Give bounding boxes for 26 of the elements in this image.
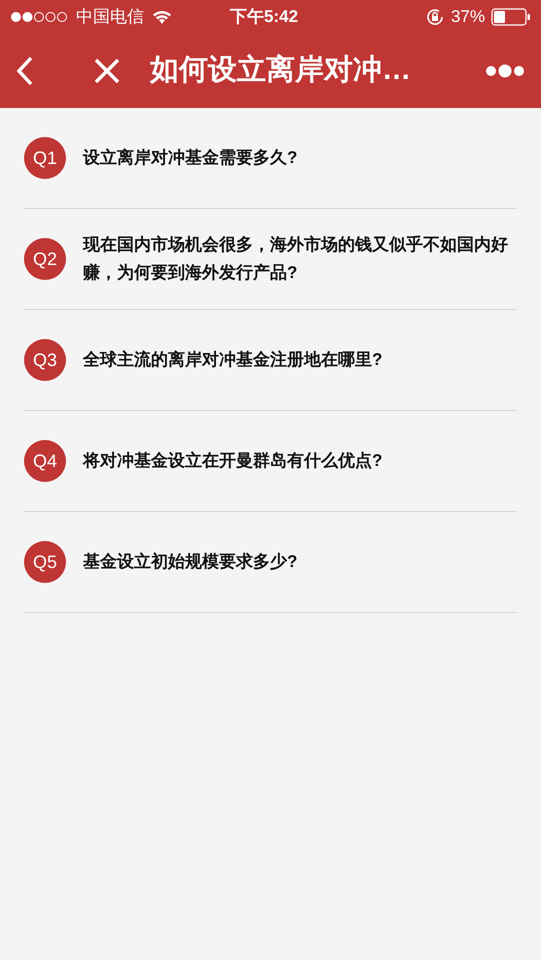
question-text: 将对冲基金设立在开曼群岛有什么优点? [83, 450, 382, 472]
question-number-badge: Q5 [24, 541, 66, 583]
question-item[interactable]: Q1 设立离岸对冲基金需要多久? [24, 108, 517, 209]
question-item[interactable]: Q2 现在国内市场机会很多，海外市场的钱又似乎不如国内好赚，为何要到海外发行产品? [24, 209, 517, 310]
clock-time: 下午5:42 [230, 6, 298, 28]
close-icon [94, 58, 120, 84]
question-text: 全球主流的离岸对冲基金注册地在哪里? [83, 349, 382, 371]
question-item[interactable]: Q4 将对冲基金设立在开曼群岛有什么优点? [24, 411, 517, 512]
carrier-name: 中国电信 [76, 6, 144, 28]
back-icon [16, 56, 34, 86]
wifi-icon [152, 10, 172, 24]
question-text: 现在国内市场机会很多，海外市场的钱又似乎不如国内好赚，为何要到海外发行产品? [83, 234, 509, 284]
rotation-lock-icon [424, 7, 445, 27]
page-title: 如何设立离岸对冲… [150, 52, 411, 88]
question-text: 基金设立初始规模要求多少? [83, 551, 298, 573]
question-number-badge: Q4 [24, 440, 66, 482]
question-number-badge: Q1 [24, 137, 66, 179]
battery-icon [491, 8, 531, 26]
question-number-badge: Q3 [24, 339, 66, 381]
more-icon [485, 64, 525, 78]
question-item[interactable]: Q3 全球主流的离岸对冲基金注册地在哪里? [24, 310, 517, 411]
question-text: 设立离岸对冲基金需要多久? [83, 147, 298, 169]
battery-percentage: 37% [450, 6, 485, 28]
question-number-badge: Q2 [24, 238, 66, 280]
signal-icon [10, 11, 68, 23]
question-item[interactable]: Q5 基金设立初始规模要求多少? [24, 512, 517, 613]
